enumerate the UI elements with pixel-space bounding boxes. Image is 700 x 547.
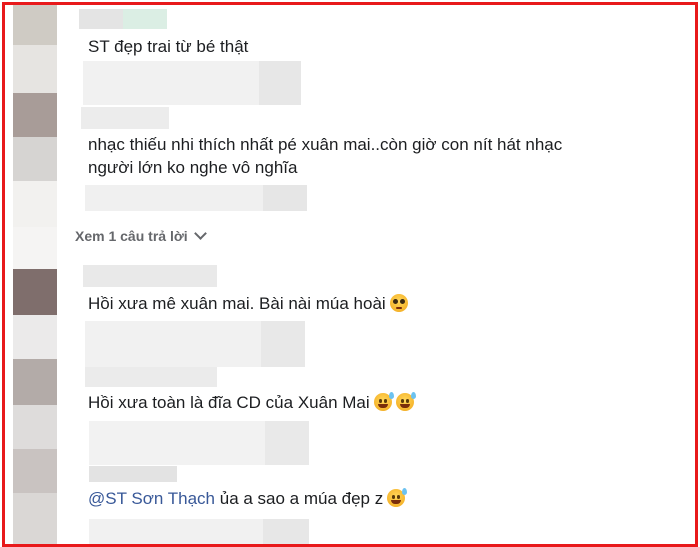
laughing-icon — [387, 488, 408, 507]
username-blur — [81, 107, 169, 129]
screenshot-frame: ST đẹp trai từ bé thật nhạc thiếu nhi th… — [2, 2, 698, 547]
avatar[interactable] — [13, 93, 57, 137]
avatar-blur — [13, 45, 57, 93]
username-blur — [89, 466, 177, 482]
pleading-face-icon — [389, 294, 408, 312]
avatar-blur — [13, 227, 57, 269]
avatar[interactable] — [13, 359, 57, 405]
comment-text-line1: nhạc thiếu nhi thích nhất pé xuân mai..c… — [88, 135, 563, 154]
avatar[interactable] — [13, 269, 57, 315]
action-bar-blur — [263, 519, 309, 544]
comment-body: ủa a sao a múa đẹp z — [215, 489, 384, 508]
view-replies-link[interactable]: Xem 1 câu trả lời — [75, 227, 207, 245]
grinning-sweat-icon — [373, 392, 394, 411]
comment-text: Hồi xưa toàn là đĩa CD của Xuân Mai — [88, 391, 416, 414]
action-bar-blur — [261, 321, 305, 367]
comment-text: Hồi xưa mê xuân mai. Bài nài múa hoài — [88, 292, 408, 315]
avatar[interactable] — [13, 5, 57, 45]
avatar-blur — [13, 181, 57, 227]
view-replies-label: Xem 1 câu trả lời — [75, 228, 188, 244]
chevron-down-icon — [193, 227, 207, 240]
username-blur — [79, 9, 123, 29]
action-bar-blur — [265, 421, 309, 465]
action-bar-blur — [263, 185, 307, 211]
grinning-sweat-icon — [395, 392, 416, 411]
avatar-blur — [13, 405, 57, 449]
comment-text: @ST Sơn Thạch ủa a sao a múa đẹp z — [88, 487, 408, 510]
avatar-blur — [13, 315, 57, 359]
avatar[interactable] — [13, 449, 57, 493]
comment-body: Hồi xưa mê xuân mai. Bài nài múa hoài — [88, 294, 386, 313]
username-blur — [123, 9, 167, 29]
comment-body: Hồi xưa toàn là đĩa CD của Xuân Mai — [88, 393, 370, 412]
username-blur — [85, 367, 217, 387]
comment-text-line2: người lớn ko nghe vô nghĩa — [88, 158, 298, 177]
comment-text: ST đẹp trai từ bé thật — [88, 37, 249, 56]
action-bar-blur — [259, 61, 301, 105]
mention-link[interactable]: @ST Sơn Thạch — [88, 489, 215, 508]
username-blur — [83, 265, 217, 287]
avatar-blur — [13, 137, 57, 181]
avatar-blur — [13, 493, 57, 544]
